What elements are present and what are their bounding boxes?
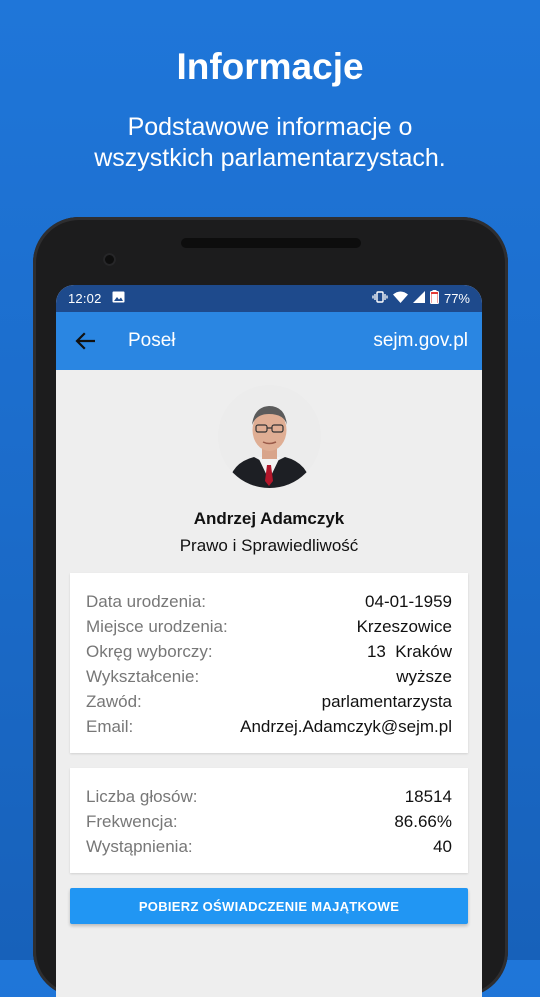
stats-card: Liczba głosów: 18514 Frekwencja: 86.66% Wy… <box>70 768 468 873</box>
details-card: Data urodzenia: 04-01-1959 Miejsce urodze… <box>70 573 468 753</box>
detail-value: wyższe <box>396 667 452 686</box>
promo-subtitle-line-2: wszystkich parlamentarzystach. <box>94 144 446 172</box>
email-value[interactable]: Andrzej.Adamczyk@sejm.pl <box>240 714 452 739</box>
signal-icon <box>412 291 425 306</box>
image-icon <box>112 291 125 306</box>
stat-label: Frekwencja: <box>86 812 178 831</box>
mp-name: Andrzej Adamczyk <box>193 509 345 528</box>
profile-content: Andrzej Adamczyk Prawo i Sprawiedliwość … <box>56 385 482 924</box>
battery-percent: 77% <box>443 291 470 306</box>
detail-row: Miejsce urodzenia: Krzeszowice <box>86 614 452 639</box>
detail-row: Zawód: parlamentarzysta <box>86 689 452 714</box>
site-link[interactable]: sejm.gov.pl <box>373 330 468 352</box>
battery-icon <box>429 290 439 307</box>
back-button[interactable] <box>70 326 100 356</box>
promo-title: Informacje <box>176 46 364 87</box>
status-bar: 12:02 77% <box>56 285 482 312</box>
detail-row: Data urodzenia: 04-01-1959 <box>86 589 452 614</box>
avatar <box>217 385 321 488</box>
promo-subtitle: Podstawowe informacje o wszystkich parla… <box>40 112 500 174</box>
stat-label: Wystąpnienia: <box>86 837 193 856</box>
detail-value: 13 Kraków <box>366 642 452 661</box>
detail-label: Zawód: <box>86 692 142 711</box>
detail-label: Miejsce urodzenia: <box>86 617 228 636</box>
detail-value: parlamentarzysta <box>321 692 452 711</box>
download-declaration-button[interactable]: POBIERZ OŚWIADCZENIE MAJĄTKOWE <box>70 888 468 924</box>
phone-camera <box>103 253 116 266</box>
page-title: Poseł <box>128 330 176 351</box>
phone-frame: 12:02 77% Poseł sejm.gov.pl Andrzej Adam… <box>33 217 508 997</box>
wifi-icon <box>392 291 408 306</box>
detail-value: 04-01-1959 <box>365 592 452 611</box>
phone-speaker <box>181 238 361 248</box>
stat-row: Liczba głosów: 18514 <box>86 784 452 809</box>
detail-label: Okręg wyborczy: <box>86 642 213 661</box>
detail-label: Wykształcenie: <box>86 667 200 686</box>
status-time: 12:02 <box>68 291 102 306</box>
stat-value: 18514 <box>404 787 452 806</box>
stat-row: Wystąpnienia: 40 <box>86 834 452 859</box>
stat-row: Frekwencja: 86.66% <box>86 809 452 834</box>
stat-value: 40 <box>433 837 452 856</box>
promo-subtitle-line-1: Podstawowe informacje o <box>127 113 413 141</box>
stat-label: Liczba głosów: <box>86 787 198 806</box>
detail-value: Krzeszowice <box>356 617 452 636</box>
detail-row: Okręg wyborczy: 13 Kraków <box>86 639 452 664</box>
vibrate-icon <box>372 291 388 306</box>
detail-row: Email: Andrzej.Adamczyk@sejm.pl <box>86 714 452 739</box>
detail-row: Wykształcenie: wyższe <box>86 664 452 689</box>
detail-label: Email: <box>86 717 134 736</box>
stat-value: 86.66% <box>394 812 452 831</box>
phone-screen: 12:02 77% Poseł sejm.gov.pl Andrzej Adam… <box>56 285 482 997</box>
app-bar: Poseł sejm.gov.pl <box>56 312 482 370</box>
mp-party: Prawo i Sprawiedliwość <box>179 536 359 555</box>
arrow-left-icon <box>75 332 95 350</box>
detail-label: Data urodzenia: <box>86 592 207 611</box>
